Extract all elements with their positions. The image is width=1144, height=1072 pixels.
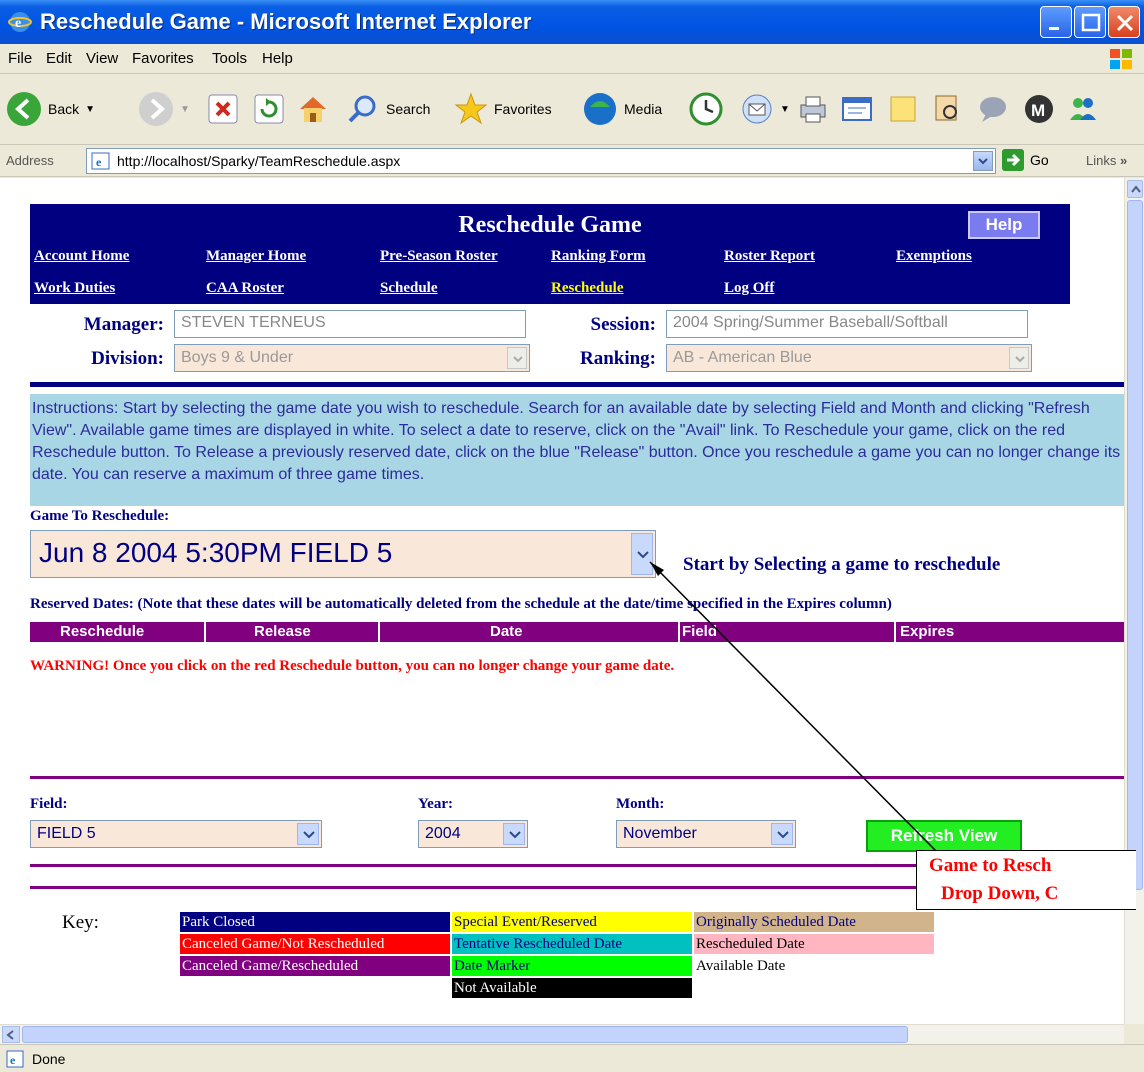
status-bar: e Done: [0, 1044, 1144, 1072]
chevron-left-icon: [6, 1030, 14, 1040]
scroll-up-button[interactable]: [1127, 180, 1143, 198]
annotation-callout: Game to Resch Drop Down, C: [916, 850, 1136, 910]
annotation-line2: Drop Down, C: [941, 883, 1059, 904]
chevron-up-icon: [1131, 185, 1141, 193]
status-text: Done: [32, 1051, 66, 1067]
annotation-arrow: [649, 561, 937, 852]
page-icon: e: [6, 1050, 24, 1068]
horizontal-scrollbar[interactable]: [0, 1024, 1124, 1044]
scroll-thumb[interactable]: [1127, 200, 1143, 890]
scroll-left-button[interactable]: [2, 1026, 20, 1043]
scroll-thumb[interactable]: [22, 1026, 908, 1043]
annotation-line1: Game to Resch: [929, 855, 1052, 876]
svg-text:e: e: [10, 1053, 16, 1067]
